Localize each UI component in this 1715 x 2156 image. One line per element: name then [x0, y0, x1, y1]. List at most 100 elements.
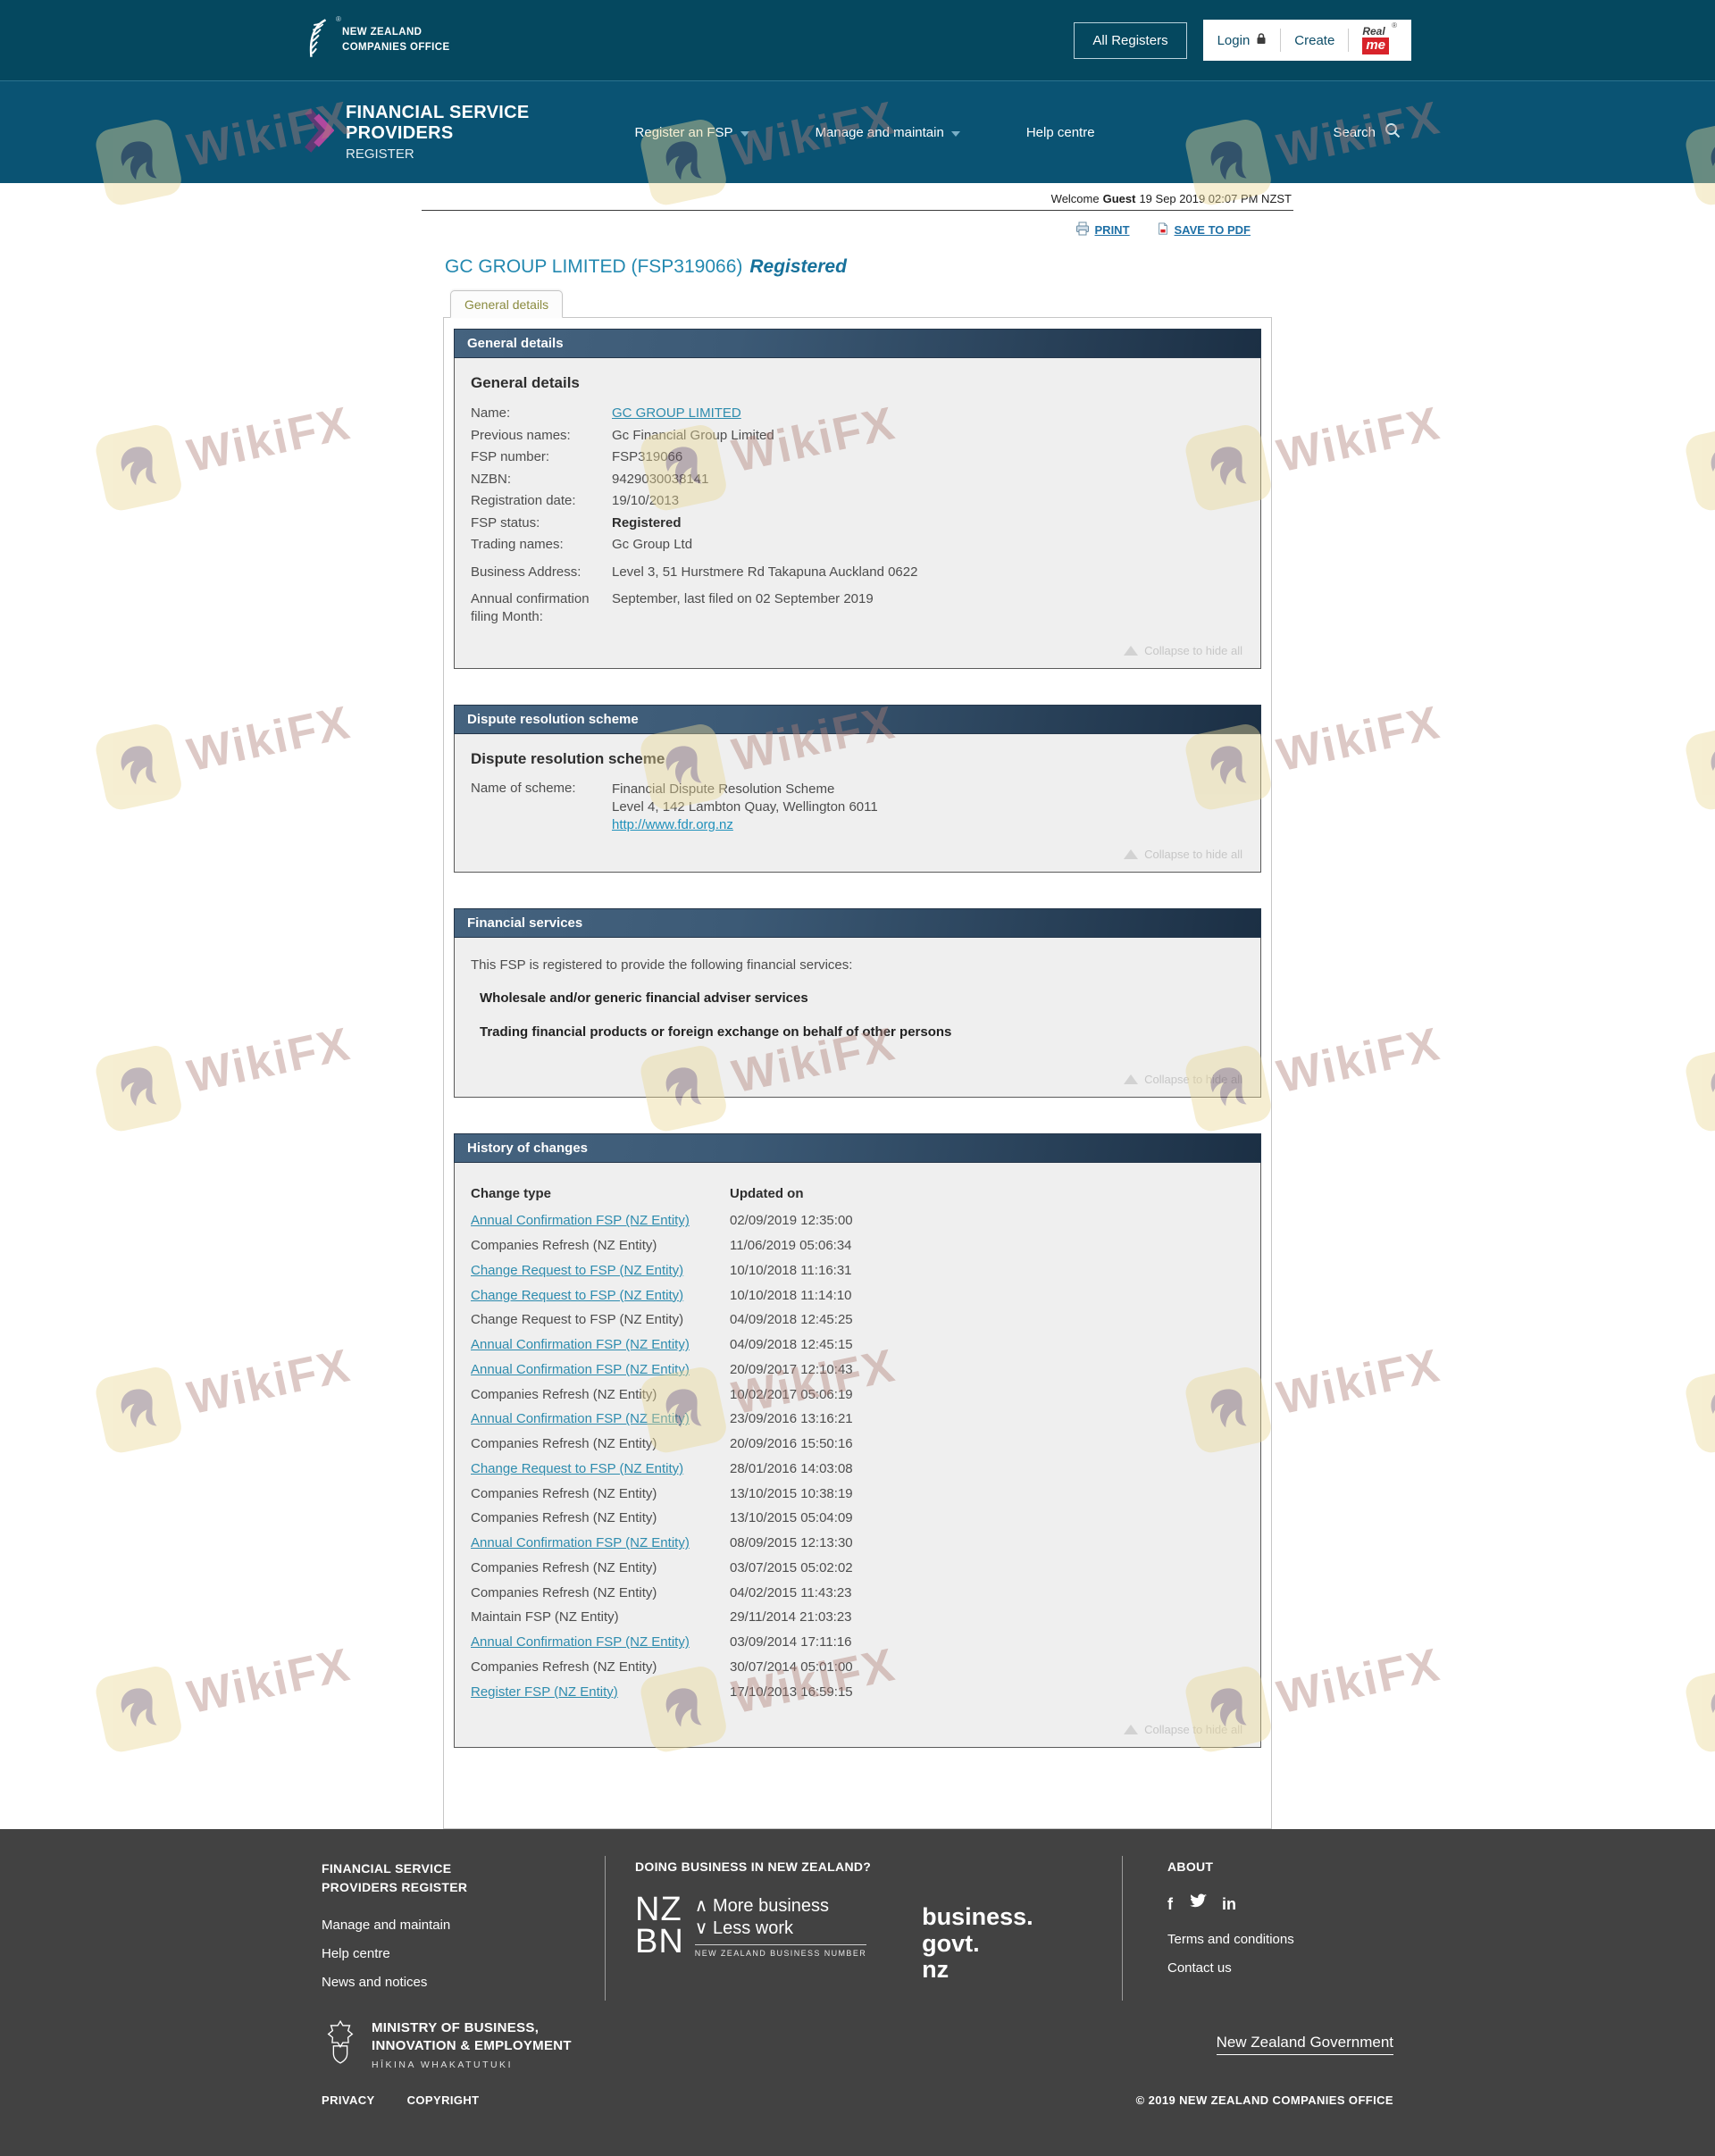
history-change-type[interactable]: Change Request to FSP (NZ Entity): [471, 1461, 730, 1478]
history-updated-on: 04/02/2015 11:43:23: [730, 1584, 852, 1600]
history-of-changes-panel: History of changes Change type Updated o…: [454, 1133, 1261, 1749]
history-change-type: Companies Refresh (NZ Entity): [471, 1559, 657, 1575]
chevron-down-icon: [740, 130, 749, 137]
history-change-type[interactable]: Annual Confirmation FSP (NZ Entity): [471, 1634, 730, 1651]
history-change-type: Companies Refresh (NZ Entity): [471, 1584, 657, 1600]
collapse-link[interactable]: Collapse to hide all: [471, 833, 1244, 865]
history-row: Companies Refresh (NZ Entity) 20/09/2016…: [471, 1436, 1244, 1453]
history-updated-on: 17/10/2013 16:59:15: [730, 1684, 853, 1700]
nz-government-logo[interactable]: New Zealand Government: [1216, 2034, 1393, 2056]
footer-bottom-link[interactable]: PRIVACY: [322, 2093, 375, 2107]
history-change-type[interactable]: Register FSP (NZ Entity): [471, 1684, 730, 1701]
tab-strip: General details: [443, 289, 1272, 318]
entity-status: Registered: [749, 256, 847, 277]
nav-item-label: Register an FSP: [634, 124, 733, 140]
nav-item[interactable]: Register an FSP: [635, 125, 749, 140]
detail-row: Previous names: Gc Financial Group Limit…: [471, 427, 1244, 445]
footer-link[interactable]: Terms and conditions: [1167, 1932, 1294, 1947]
page-title: GC GROUP LIMITED (FSP319066) Registered: [445, 256, 1272, 278]
search-icon: [1385, 122, 1401, 142]
financial-services-panel: Financial services This FSP is registere…: [454, 908, 1261, 1099]
nav-item-label: Help centre: [1025, 124, 1095, 140]
business-govt-nz-logo[interactable]: business. govt. nz: [922, 1893, 1033, 1983]
history-row: Register FSP (NZ Entity) 17/10/2013 16:5…: [471, 1684, 1244, 1701]
history-row: Companies Refresh (NZ Entity) 13/10/2015…: [471, 1510, 1244, 1527]
scheme-url-link[interactable]: http://www.fdr.org.nz: [612, 816, 878, 834]
history-row: Annual Confirmation FSP (NZ Entity) 02/0…: [471, 1213, 1244, 1230]
detail-label: Business Address:: [471, 564, 581, 580]
history-row: Annual Confirmation FSP (NZ Entity) 20/0…: [471, 1362, 1244, 1379]
history-updated-on: 10/10/2018 11:14:10: [730, 1287, 852, 1303]
history-row: Companies Refresh (NZ Entity) 04/02/2015…: [471, 1585, 1244, 1602]
pdf-file-icon: [1157, 221, 1169, 238]
fsp-register-brand[interactable]: FINANCIAL SERVICE PROVIDERS REGISTER: [304, 103, 530, 162]
twitter-icon[interactable]: [1188, 1893, 1207, 1914]
history-change-type: Companies Refresh (NZ Entity): [471, 1485, 657, 1501]
column-updated-on: Updated on: [730, 1186, 804, 1202]
detail-row: Trading names: Gc Group Ltd: [471, 536, 1244, 554]
footer-bottom-link[interactable]: COPYRIGHT: [407, 2093, 480, 2107]
history-row: Change Request to FSP (NZ Entity) 04/09/…: [471, 1312, 1244, 1329]
scheme-label: Name of scheme:: [471, 781, 576, 796]
nav-item[interactable]: Help centre: [1026, 125, 1095, 140]
chevron-down-icon: [950, 130, 960, 137]
history-row: Change Request to FSP (NZ Entity) 10/10/…: [471, 1288, 1244, 1305]
welcome-datetime: 19 Sep 2019 02:07 PM NZST: [1139, 192, 1292, 205]
page-actions: PRINT SAVE TO PDF: [422, 221, 1293, 238]
mbie-logo-text: MINISTRY OF BUSINESS, INNOVATION & EMPLO…: [372, 2020, 572, 2070]
history-change-type[interactable]: Annual Confirmation FSP (NZ Entity): [471, 1213, 730, 1230]
history-change-type[interactable]: Change Request to FSP (NZ Entity): [471, 1288, 730, 1305]
padlock-icon: [1256, 32, 1267, 48]
welcome-user: Guest: [1102, 192, 1136, 205]
dispute-resolution-panel-header: Dispute resolution scheme: [454, 705, 1261, 734]
detail-label: FSP status:: [471, 514, 540, 531]
footer-link[interactable]: News and notices: [322, 1975, 605, 1990]
general-details-panel: General details General details Name: GC…: [454, 329, 1261, 669]
footer-fsp-heading: FINANCIAL SERVICE PROVIDERS REGISTER: [322, 1861, 468, 1894]
nzbn-logo[interactable]: NZ BN ∧ More business ∨ Less work NEW ZE…: [635, 1893, 867, 1982]
login-link[interactable]: Login: [1217, 32, 1267, 48]
realme-logo[interactable]: Real me ®: [1362, 22, 1397, 54]
footer-copyright: © 2019 NEW ZEALAND COMPANIES OFFICE: [1135, 2093, 1393, 2107]
create-link[interactable]: Create: [1294, 33, 1334, 48]
nzbn-tagline-block: ∧ More business ∨ Less work NEW ZEALAND …: [694, 1896, 867, 1959]
footer-link[interactable]: Help centre: [322, 1946, 605, 1961]
history-change-type: Companies Refresh (NZ Entity): [471, 1510, 657, 1526]
history-change-type: Companies Refresh (NZ Entity): [471, 1386, 657, 1402]
detail-value[interactable]: GC GROUP LIMITED: [612, 405, 1244, 422]
history-change-type[interactable]: Annual Confirmation FSP (NZ Entity): [471, 1362, 730, 1379]
detail-value: 19/10/2013: [612, 493, 680, 508]
financial-service-item: Wholesale and/or generic financial advis…: [480, 990, 808, 1007]
financial-services-intro: This FSP is registered to provide the fo…: [471, 957, 853, 974]
history-change-type: Companies Refresh (NZ Entity): [471, 1659, 657, 1675]
history-updated-on: 03/07/2015 05:02:02: [730, 1559, 853, 1575]
collapse-link[interactable]: Collapse to hide all: [471, 630, 1244, 661]
history-change-type[interactable]: Change Request to FSP (NZ Entity): [471, 1263, 730, 1280]
history-row: Change Request to FSP (NZ Entity) 10/10/…: [471, 1263, 1244, 1280]
history-change-type[interactable]: Annual Confirmation FSP (NZ Entity): [471, 1535, 730, 1552]
facebook-icon[interactable]: f: [1167, 1896, 1173, 1912]
history-updated-on: 29/11/2014 21:03:23: [730, 1609, 852, 1625]
footer-link[interactable]: Contact us: [1167, 1960, 1294, 1976]
detail-row: Annual confirmation filing Month: Septem…: [471, 590, 1244, 625]
collapse-link[interactable]: Collapse to hide all: [471, 1709, 1244, 1740]
companies-office-logo[interactable]: ® NEW ZEALAND COMPANIES OFFICE: [304, 15, 450, 64]
all-registers-button[interactable]: All Registers: [1074, 21, 1187, 59]
scheme-row: Name of scheme: Financial Dispute Resolu…: [471, 781, 1244, 833]
welcome-bar: Welcome Guest 19 Sep 2019 02:07 PM NZST: [422, 183, 1293, 211]
history-change-type[interactable]: Annual Confirmation FSP (NZ Entity): [471, 1337, 730, 1354]
financial-service-item: Trading financial products or foreign ex…: [480, 1024, 952, 1040]
dispute-resolution-panel: Dispute resolution scheme Dispute resolu…: [454, 705, 1261, 873]
linkedin-icon[interactable]: in: [1222, 1896, 1236, 1912]
print-link[interactable]: PRINT: [1075, 221, 1130, 238]
tab-general-details[interactable]: General details: [450, 290, 564, 318]
footer: FINANCIAL SERVICE PROVIDERS REGISTER Man…: [0, 1829, 1715, 2156]
collapse-link[interactable]: Collapse to hide all: [471, 1058, 1244, 1090]
history-updated-on: 28/01/2016 14:03:08: [730, 1460, 853, 1476]
nav-search[interactable]: Search: [1333, 122, 1401, 142]
history-change-type[interactable]: Annual Confirmation FSP (NZ Entity): [471, 1411, 730, 1428]
save-to-pdf-link[interactable]: SAVE TO PDF: [1157, 221, 1251, 238]
detail-value: FSP319066: [612, 449, 683, 464]
nav-item[interactable]: Manage and maintain: [816, 125, 960, 140]
footer-link[interactable]: Manage and maintain: [322, 1918, 605, 1933]
